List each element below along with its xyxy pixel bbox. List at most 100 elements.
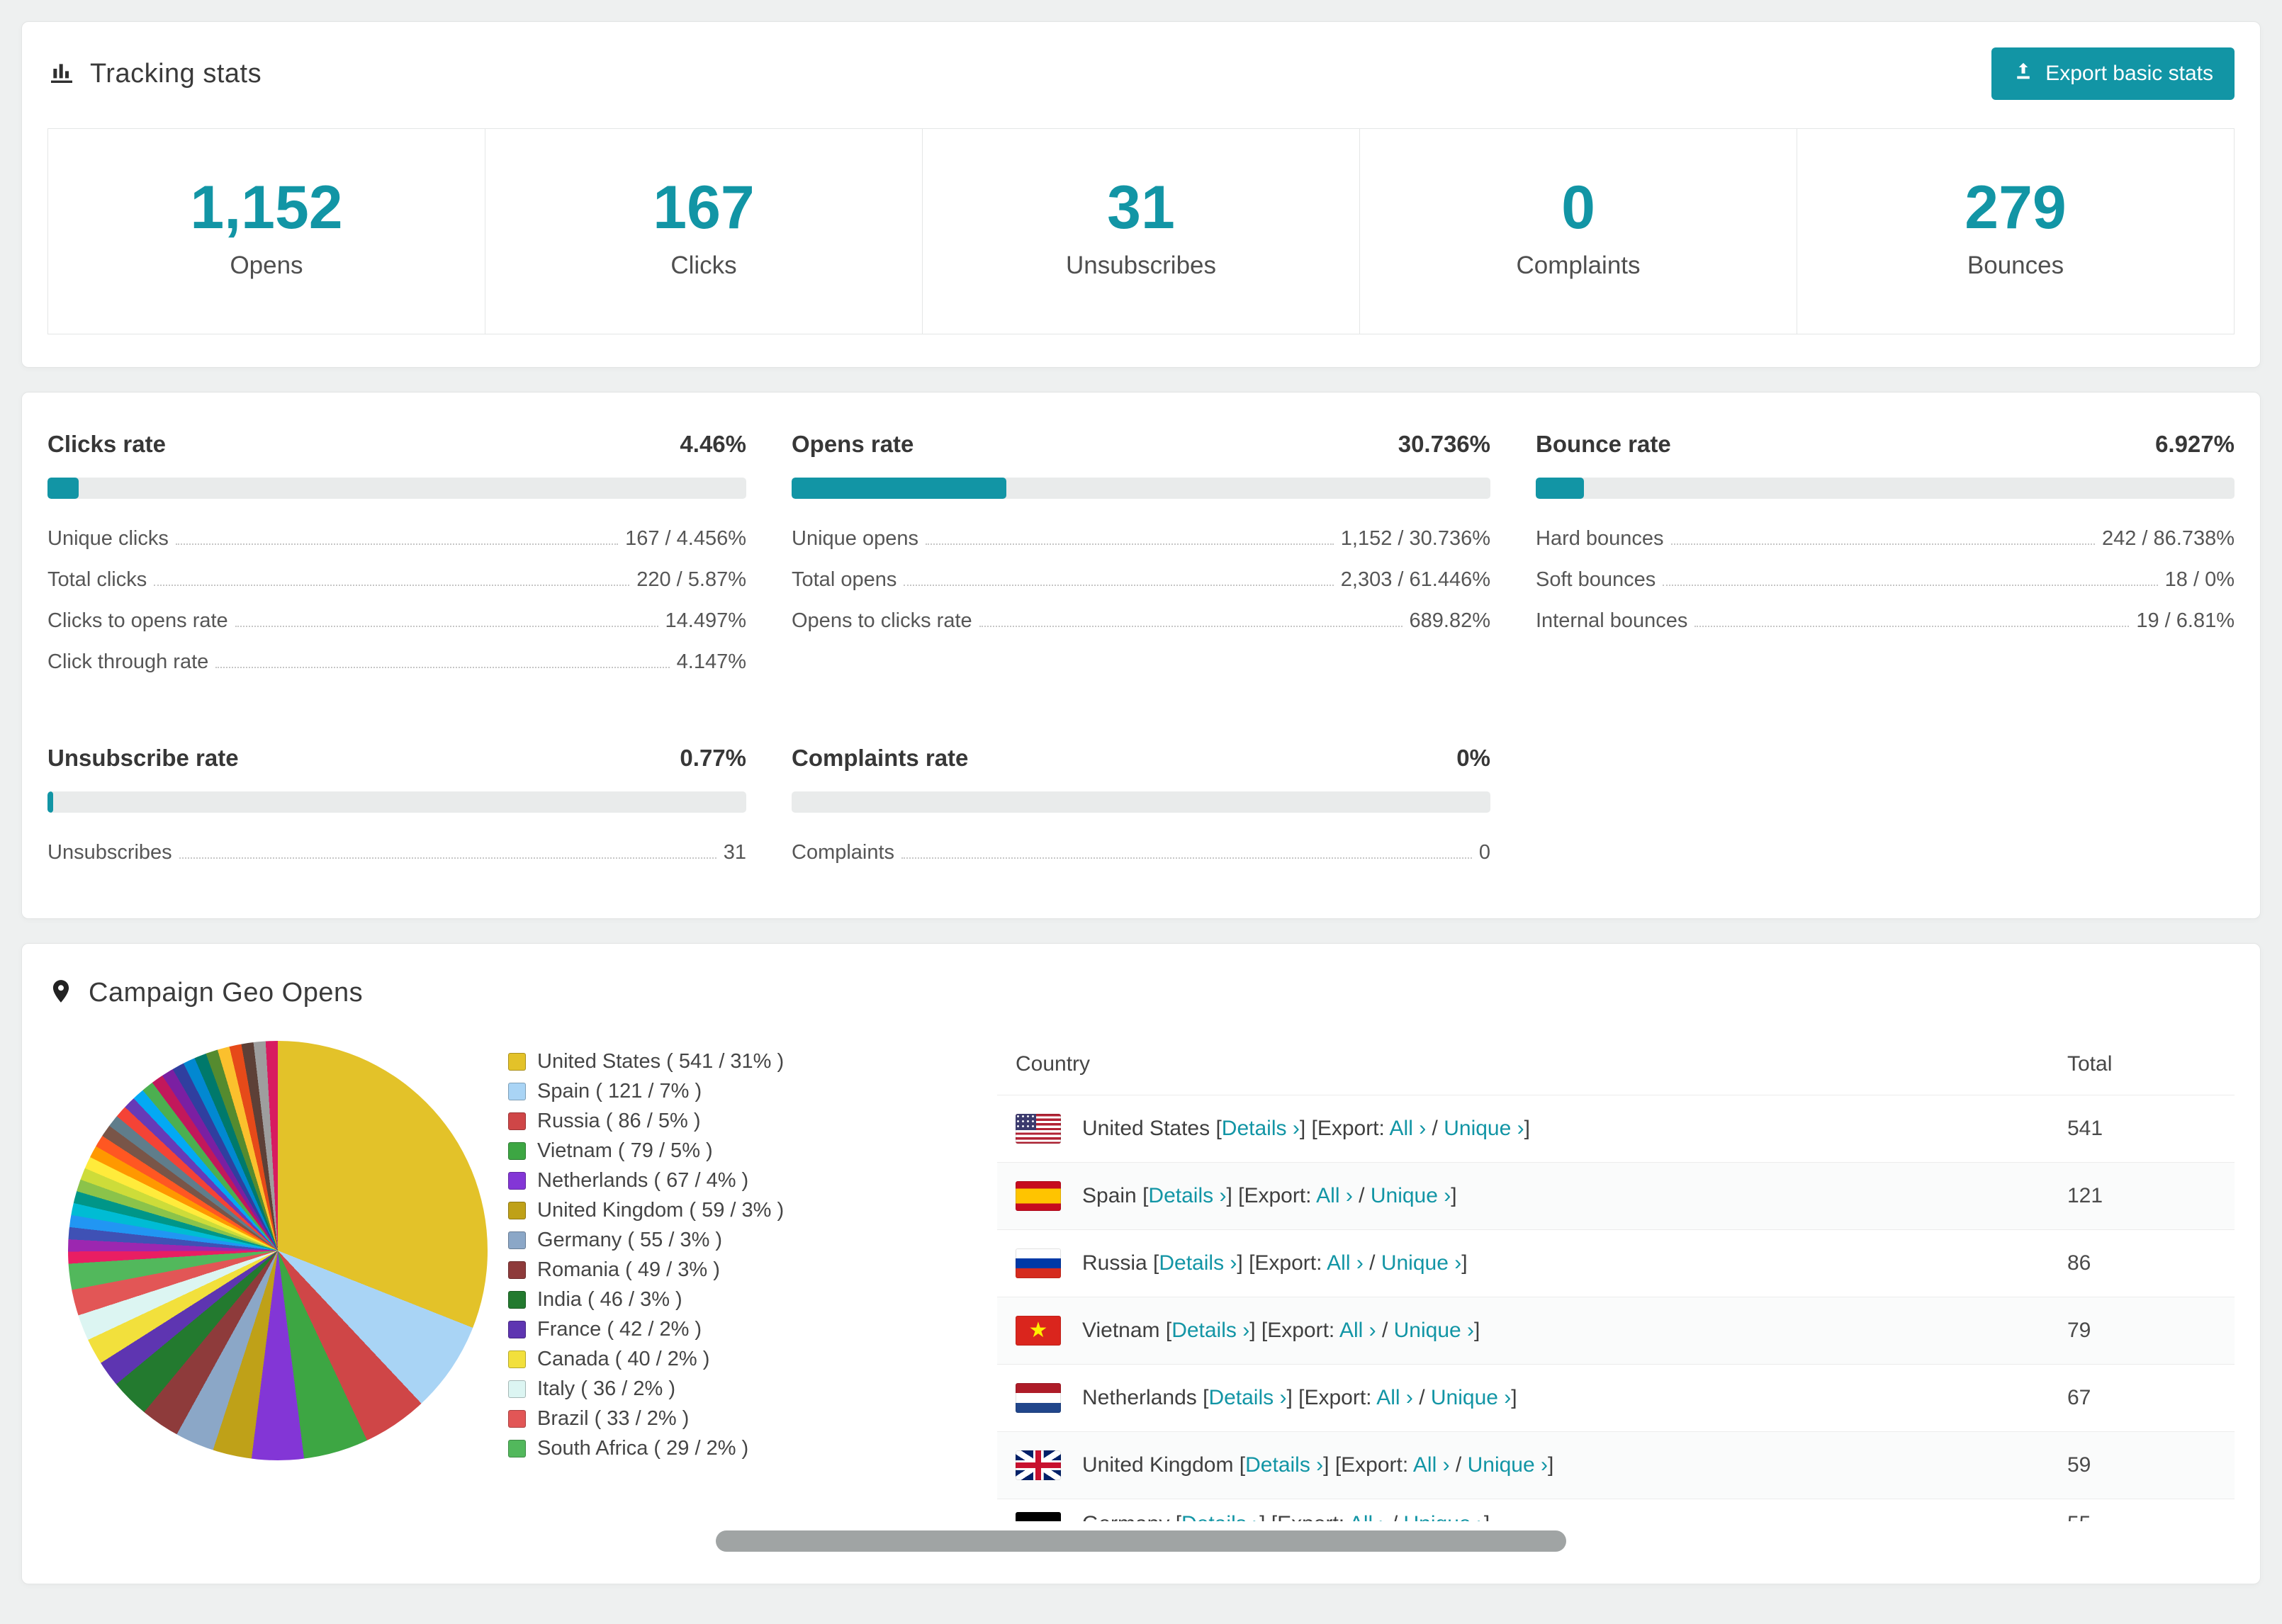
tracking-stats-card: Tracking stats Export basic stats 1,152 … (21, 21, 2261, 368)
legend-swatch (508, 1380, 526, 1398)
rate-title: Bounce rate (1536, 431, 1671, 457)
legend-item[interactable]: Canada ( 40 / 2% ) (508, 1344, 969, 1374)
export-unique-link[interactable]: Unique › (1371, 1184, 1451, 1207)
rate-detail-row: Clicks to opens rate 14.497% (47, 609, 746, 633)
rate-title: Complaints rate (792, 745, 969, 771)
legend-item[interactable]: Germany ( 55 / 3% ) (508, 1225, 969, 1255)
rate-detail-value: 1,152 / 30.736% (1340, 527, 1490, 550)
export-unique-link[interactable]: Unique › (1468, 1453, 1548, 1477)
dotted-leader (1663, 585, 2158, 586)
stat-value: 167 (653, 174, 755, 242)
country-cell: United States [Details ›] [Export: All ›… (1082, 1117, 1530, 1140)
legend-item[interactable]: Spain ( 121 / 7% ) (508, 1076, 969, 1106)
page: Tracking stats Export basic stats 1,152 … (0, 0, 2282, 1624)
stat-label: Unsubscribes (1065, 252, 1217, 279)
geo-table-row: United Kingdom [Details ›] [Export: All … (997, 1431, 2235, 1499)
legend-item[interactable]: India ( 46 / 3% ) (508, 1285, 969, 1314)
legend-swatch (508, 1112, 526, 1130)
rate-value: 6.927% (2155, 431, 2235, 457)
legend-item[interactable]: United States ( 541 / 31% ) (508, 1047, 969, 1076)
legend-item[interactable]: France ( 42 / 2% ) (508, 1314, 969, 1344)
country-cell: Netherlands [Details ›] [Export: All › /… (1082, 1386, 1517, 1409)
rate-detail-label: Internal bounces (1536, 609, 1688, 632)
rate-block: Bounce rate 6.927% Hard bounces 242 / 86.… (1536, 431, 2235, 674)
flag-us-icon (1016, 1114, 1061, 1144)
stat-label: Clicks (670, 252, 737, 279)
rate-value: 0% (1456, 745, 1490, 771)
legend-swatch (508, 1082, 526, 1100)
legend-item[interactable]: Italy ( 36 / 2% ) (508, 1374, 969, 1404)
legend-label: Vietnam ( 79 / 5% ) (537, 1139, 713, 1162)
dotted-leader (154, 585, 630, 586)
details-link[interactable]: Details › (1148, 1184, 1226, 1207)
rate-detail-value: 689.82% (1409, 609, 1491, 632)
export-unique-link[interactable]: Unique › (1444, 1117, 1524, 1140)
legend-swatch (508, 1201, 526, 1219)
legend-item[interactable]: South Africa ( 29 / 2% ) (508, 1433, 969, 1463)
geo-table-row: Spain [Details ›] [Export: All › / Uniqu… (997, 1162, 2235, 1229)
rate-detail-row: Unique opens 1,152 / 30.736% (792, 527, 1490, 551)
rate-detail-row: Total opens 2,303 / 61.446% (792, 568, 1490, 592)
total-cell: 59 (2067, 1453, 2091, 1477)
flag-es-icon (1016, 1181, 1061, 1211)
total-cell: 67 (2067, 1386, 2091, 1409)
legend-item[interactable]: Russia ( 86 / 5% ) (508, 1106, 969, 1136)
pie-legend: United States ( 541 / 31% ) Spain ( 121 … (508, 1034, 969, 1521)
geo-table-rows: United States [Details ›] [Export: All ›… (997, 1095, 2235, 1521)
legend-item[interactable]: Brazil ( 33 / 2% ) (508, 1404, 969, 1433)
details-link[interactable]: Details › (1208, 1386, 1286, 1409)
stat-value: 279 (1965, 174, 2067, 242)
rate-detail-label: Unique opens (792, 527, 918, 550)
export-unique-link[interactable]: Unique › (1404, 1512, 1484, 1521)
details-link[interactable]: Details › (1171, 1319, 1249, 1342)
details-link[interactable]: Details › (1181, 1512, 1259, 1521)
dotted-leader (215, 667, 670, 668)
bar-chart-icon (47, 58, 76, 90)
export-all-link[interactable]: All › (1316, 1184, 1353, 1207)
geo-table-row: Germany [Details ›] [Export: All › / Uni… (997, 1499, 2235, 1521)
export-all-link[interactable]: All › (1390, 1117, 1427, 1140)
rate-title: Unsubscribe rate (47, 745, 239, 771)
stats-row: 1,152 Opens 167 Clicks 31 Unsubscribes 0… (47, 128, 2235, 334)
legend-item[interactable]: Vietnam ( 79 / 5% ) (508, 1136, 969, 1166)
dotted-leader (979, 626, 1403, 627)
geo-table-row: Vietnam [Details ›] [Export: All › / Uni… (997, 1297, 2235, 1364)
geo-opens-pie-chart[interactable] (68, 1041, 488, 1460)
rate-progress-bar (792, 791, 1490, 813)
export-unique-link[interactable]: Unique › (1381, 1251, 1461, 1275)
stat-value: 0 (1561, 174, 1595, 242)
export-unique-link[interactable]: Unique › (1394, 1319, 1474, 1342)
rates-grid: Clicks rate 4.46% Unique clicks 167 / 4.4… (47, 431, 2235, 864)
country-column-header: Country (1016, 1052, 1091, 1076)
rate-detail-value: 0 (1478, 841, 1490, 864)
flag-vn-icon (1016, 1316, 1061, 1346)
legend-swatch (508, 1320, 526, 1338)
rate-detail-value: 167 / 4.456% (625, 527, 746, 550)
rate-title: Opens rate (792, 431, 914, 457)
legend-label: Italy ( 36 / 2% ) (537, 1377, 676, 1400)
legend-item[interactable]: United Kingdom ( 59 / 3% ) (508, 1195, 969, 1225)
legend-item[interactable]: Netherlands ( 67 / 4% ) (508, 1166, 969, 1195)
details-link[interactable]: Details › (1159, 1251, 1237, 1275)
total-cell: 121 (2067, 1184, 2103, 1207)
legend-swatch (508, 1350, 526, 1368)
legend-swatch (508, 1290, 526, 1309)
rate-detail-value: 242 / 86.738% (2101, 527, 2235, 550)
details-link[interactable]: Details › (1222, 1117, 1300, 1140)
export-all-link[interactable]: All › (1327, 1251, 1364, 1275)
export-unique-link[interactable]: Unique › (1431, 1386, 1511, 1409)
export-all-link[interactable]: All › (1413, 1453, 1450, 1477)
export-all-link[interactable]: All › (1349, 1512, 1386, 1521)
export-basic-stats-button[interactable]: Export basic stats (1991, 47, 2235, 100)
export-button-label: Export basic stats (2045, 62, 2213, 85)
geo-table-header: Country Total (997, 1034, 2235, 1095)
dotted-leader (925, 543, 1334, 545)
details-link[interactable]: Details › (1245, 1453, 1323, 1477)
export-all-link[interactable]: All › (1376, 1386, 1413, 1409)
legend-item[interactable]: Romania ( 49 / 3% ) (508, 1255, 969, 1285)
export-all-link[interactable]: All › (1339, 1319, 1376, 1342)
horizontal-scrollbar[interactable] (716, 1530, 1566, 1552)
rate-detail-value: 31 (723, 841, 746, 864)
rate-detail-row: Unique clicks 167 / 4.456% (47, 527, 746, 551)
stat-box: 167 Clicks (485, 129, 922, 334)
